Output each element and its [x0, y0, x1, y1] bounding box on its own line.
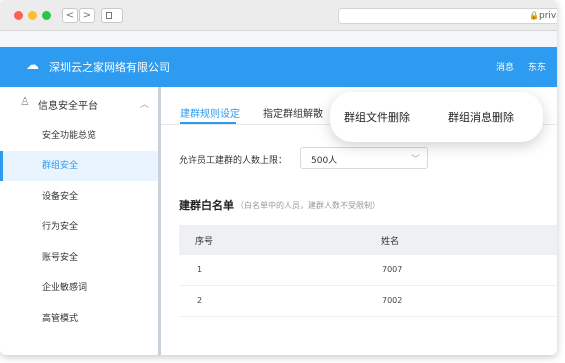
table-row[interactable]: 1 7007 [179, 255, 557, 286]
close-window-button[interactable] [14, 11, 23, 20]
chevron-down-icon: ﹀ [411, 155, 421, 165]
browser-window: < > 🔒 priva ☁ 深圳云之家网络有限公司 消息 东东 ♙ 信息安全平台… [0, 0, 557, 355]
minimize-window-button[interactable] [28, 11, 37, 20]
sidebar-item-executive-mode[interactable]: 高管模式 [0, 304, 158, 334]
group-size-limit-value: 500人 [311, 156, 338, 166]
sidebar-item-account-security[interactable]: 账号安全 [0, 243, 158, 273]
tab-group-rules[interactable]: 建群规则设定 [180, 105, 240, 120]
chevron-up-icon: ︿ [140, 100, 150, 110]
group-size-limit-label: 允许员工建群的人数上限： [179, 156, 288, 166]
sidebar-group-header[interactable]: ♙ 信息安全平台 ︿ [0, 87, 158, 121]
tab-delete-group-files[interactable]: 群组文件删除 [344, 109, 410, 125]
tab-dissolve-group[interactable]: 指定群组解散 [263, 105, 323, 120]
row-index: 1 [197, 265, 203, 274]
row-index: 2 [197, 296, 203, 305]
table-row[interactable]: 2 7002 [179, 286, 557, 317]
app-header: ☁ 深圳云之家网络有限公司 消息 东东 [0, 47, 557, 87]
sidebar-item-behavior-security[interactable]: 行为安全 [0, 212, 158, 242]
tab-overflow-popup: 群组文件删除 群组消息删除 [330, 92, 543, 142]
org-name: 深圳云之家网络有限公司 [49, 61, 170, 74]
column-header-index: 序号 [195, 237, 214, 247]
sidebar: ♙ 信息安全平台 ︿ 安全功能总览 群组安全 设备安全 行为安全 账号安全 企业… [0, 87, 161, 355]
column-header-name: 姓名 [381, 237, 400, 247]
sidebar-item-group-security[interactable]: 群组安全 [0, 151, 158, 181]
tab-delete-group-messages[interactable]: 群组消息删除 [448, 109, 514, 125]
whitelist-title: 建群白名单 [179, 199, 234, 212]
sidebar-item-sensitive-words[interactable]: 企业敏感词 [0, 273, 158, 303]
address-text: priva [539, 11, 557, 21]
back-button[interactable]: < [62, 8, 78, 23]
forward-button[interactable]: > [79, 8, 95, 23]
group-size-limit-select[interactable]: 500人 ﹀ [300, 147, 428, 169]
row-name: 7007 [382, 265, 403, 274]
person-icon: ♙ [20, 95, 30, 108]
table-header: 序号 姓名 [179, 225, 557, 255]
cloud-logo-icon: ☁ [26, 58, 39, 73]
maximize-window-button[interactable] [42, 11, 51, 20]
row-name: 7002 [382, 296, 403, 305]
sidebar-title: 信息安全平台 [38, 101, 98, 112]
sidebar-item-overview[interactable]: 安全功能总览 [0, 121, 158, 151]
sidebar-toggle-icon[interactable] [101, 8, 123, 23]
browser-toolbar: < > 🔒 priva [0, 0, 557, 31]
user-menu[interactable]: 东东 [528, 60, 546, 73]
address-bar[interactable]: 🔒 priva [338, 8, 557, 24]
messages-link[interactable]: 消息 [496, 60, 514, 73]
sidebar-item-device-security[interactable]: 设备安全 [0, 182, 158, 212]
lock-icon: 🔒 [529, 11, 539, 20]
whitelist-note: （白名单中的人员，建群人数不受限制） [236, 201, 380, 210]
